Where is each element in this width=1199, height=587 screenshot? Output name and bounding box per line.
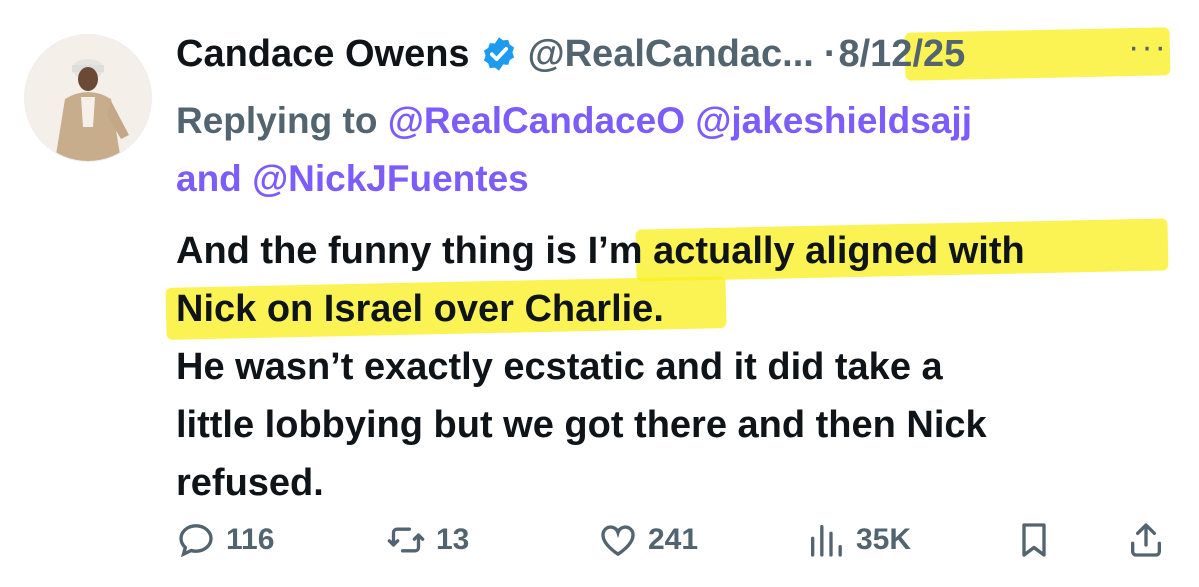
replying-conjunction: and: [176, 158, 253, 199]
tweet-text-period: .: [653, 288, 664, 330]
replying-prefix: Replying to: [176, 100, 388, 141]
like-button[interactable]: 241: [598, 520, 698, 560]
tweet-header: Candace Owens @RealCandac... · 8/12/25: [176, 24, 965, 84]
views-button[interactable]: 35K: [806, 520, 911, 560]
mention-jakeshieldsajj[interactable]: @jakeshieldsajj: [695, 100, 972, 141]
reply-button[interactable]: 116: [176, 520, 274, 560]
tweet-text-line4: little lobbying but we got there and the…: [176, 404, 987, 446]
like-count: 241: [648, 523, 699, 556]
tweet-text-part1: And the funny thing is: [176, 230, 588, 272]
author-handle[interactable]: @RealCandac...: [528, 33, 814, 76]
verified-badge-icon: [483, 37, 514, 71]
reply-icon: [179, 524, 213, 558]
avatar[interactable]: [24, 34, 152, 162]
heart-icon: [601, 525, 635, 557]
author-name[interactable]: Candace Owens: [176, 33, 470, 76]
bookmark-button[interactable]: [1014, 520, 1054, 560]
tweet-text: And the funny thing is I’m actually alig…: [176, 222, 1176, 512]
separator: ·: [823, 32, 837, 75]
reply-count: 116: [226, 523, 275, 556]
repost-button[interactable]: 13: [386, 520, 469, 560]
views-icon: [811, 525, 842, 557]
tweet-text-highlight1: I’m actually aligned with: [587, 230, 1025, 272]
tweet-text-line3: He wasn’t exactly ecstatic and it did ta…: [176, 346, 943, 388]
avatar-photo: [25, 35, 151, 161]
repost-count: 13: [436, 523, 470, 556]
replying-to: Replying to @RealCandaceO @jakeshieldsaj…: [176, 92, 1166, 208]
tweet-text-highlight2: Nick on Israel over Charlie: [176, 288, 654, 330]
mention-nickjfuentes[interactable]: @NickJFuentes: [252, 158, 529, 199]
mention-realcandaceo[interactable]: @RealCandaceO: [388, 100, 685, 141]
tweet-date[interactable]: 8/12/25: [838, 33, 965, 76]
more-options-icon[interactable]: ···: [1128, 28, 1168, 67]
share-button[interactable]: [1126, 520, 1166, 560]
views-count: 35K: [856, 523, 912, 556]
share-icon: [1131, 523, 1161, 557]
bookmark-icon: [1022, 523, 1046, 557]
action-bar: 116 13 241 35K: [176, 516, 1176, 566]
repost-icon: [387, 527, 425, 553]
tweet-text-line5: refused.: [176, 462, 324, 504]
